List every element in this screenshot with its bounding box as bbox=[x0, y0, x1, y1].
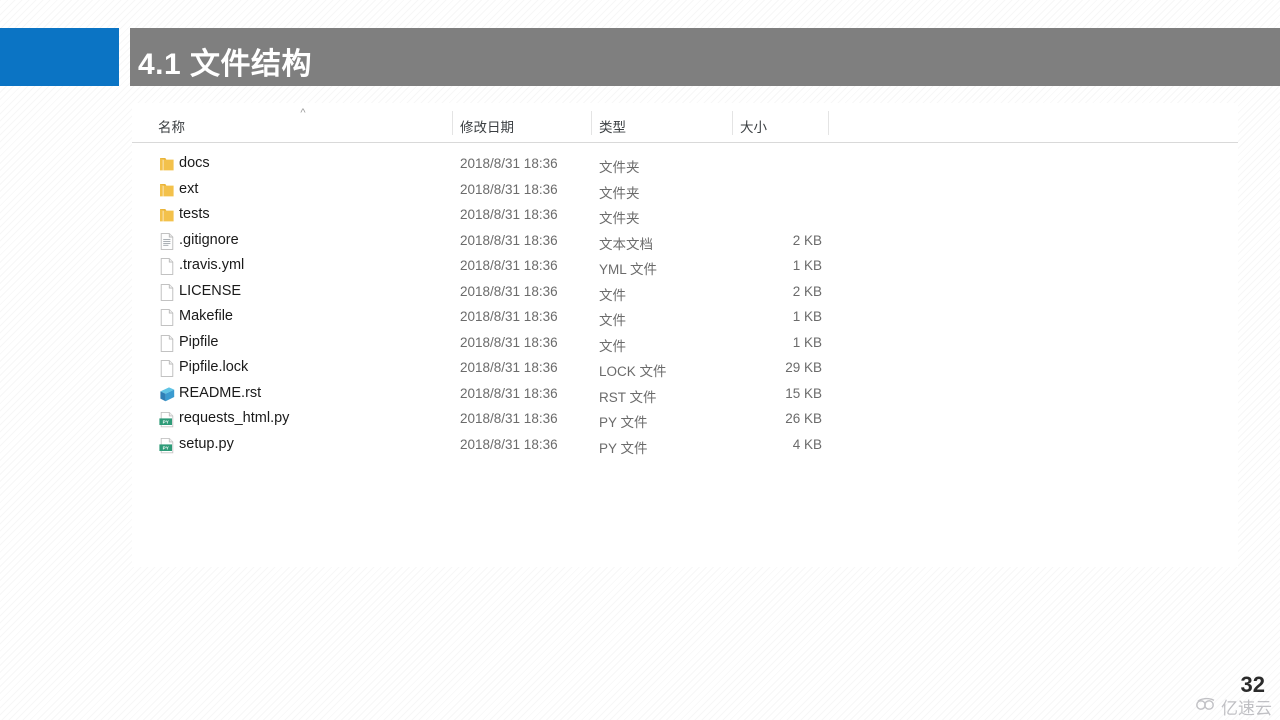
page-title: 4.1 文件结构 bbox=[138, 48, 313, 81]
cloud-icon bbox=[1195, 697, 1217, 716]
table-row[interactable]: .travis.yml 2018/8/31 18:36 YML 文件 1 KB bbox=[132, 254, 1238, 280]
file-list: docs 2018/8/31 18:36 文件夹 ext 2018/8/31 18:36… bbox=[132, 143, 1238, 458]
file-size: 26 KB bbox=[785, 411, 822, 426]
column-divider[interactable] bbox=[452, 111, 453, 135]
file-name[interactable]: Pipfile.lock bbox=[179, 359, 248, 375]
watermark: 亿速云 bbox=[1195, 694, 1272, 719]
file-type: 文本文档 bbox=[599, 236, 653, 252]
file-size: 1 KB bbox=[792, 258, 822, 273]
file-modified-date: 2018/8/31 18:36 bbox=[460, 436, 558, 452]
file-type: 文件 bbox=[599, 313, 626, 328]
file-modified-date: 2018/8/31 18:36 bbox=[460, 309, 558, 324]
table-row[interactable]: README.rst 2018/8/31 18:36 RST 文件 15 KB bbox=[132, 382, 1238, 408]
file-name[interactable]: .gitignore bbox=[179, 232, 239, 248]
file-type: LOCK 文件 bbox=[599, 364, 667, 379]
file-modified-date: 2018/8/31 18:36 bbox=[460, 283, 558, 299]
file-modified-date: 2018/8/31 18:36 bbox=[460, 258, 558, 273]
file-size: 4 KB bbox=[792, 436, 822, 452]
text-file-icon bbox=[158, 232, 176, 251]
table-row[interactable]: Makefile 2018/8/31 18:36 文件 1 KB bbox=[132, 305, 1238, 331]
table-row[interactable]: ext 2018/8/31 18:36 文件夹 bbox=[132, 178, 1238, 204]
file-type: YML 文件 bbox=[599, 262, 658, 277]
file-modified-date: 2018/8/31 18:36 bbox=[460, 207, 558, 222]
column-divider[interactable] bbox=[591, 111, 592, 135]
file-type: PY 文件 bbox=[599, 415, 648, 430]
file-size: 1 KB bbox=[792, 309, 822, 324]
file-name[interactable]: ext bbox=[179, 181, 198, 197]
file-modified-date: 2018/8/31 18:36 bbox=[460, 156, 558, 171]
file-type: PY 文件 bbox=[599, 440, 648, 456]
file-modified-date: 2018/8/31 18:36 bbox=[460, 385, 558, 401]
folder-icon bbox=[158, 206, 176, 225]
column-header-name[interactable]: 名称 bbox=[158, 116, 185, 136]
file-list-header: ^ 名称 修改日期 类型 大小 bbox=[132, 103, 1238, 143]
file-type: 文件夹 bbox=[599, 185, 640, 201]
file-name[interactable]: README.rst bbox=[179, 385, 261, 401]
blank-file-icon bbox=[158, 283, 176, 302]
svg-text:PY: PY bbox=[163, 419, 169, 424]
table-row[interactable]: PY setup.py 2018/8/31 18:36 PY 文件 4 KB bbox=[132, 433, 1238, 459]
blank-file-icon bbox=[158, 308, 176, 327]
file-name[interactable]: requests_html.py bbox=[179, 410, 289, 426]
file-size: 15 KB bbox=[785, 385, 822, 401]
blank-file-icon bbox=[158, 359, 176, 378]
blank-file-icon bbox=[158, 257, 176, 276]
title-accent-block bbox=[0, 28, 119, 86]
file-size: 1 KB bbox=[792, 334, 822, 350]
blank-file-icon bbox=[158, 334, 176, 353]
file-modified-date: 2018/8/31 18:36 bbox=[460, 181, 558, 197]
file-name[interactable]: .travis.yml bbox=[179, 257, 244, 273]
file-name[interactable]: tests bbox=[179, 206, 210, 222]
table-row[interactable]: .gitignore 2018/8/31 18:36 文本文档 2 KB bbox=[132, 229, 1238, 255]
file-modified-date: 2018/8/31 18:36 bbox=[460, 334, 558, 350]
column-header-date[interactable]: 修改日期 bbox=[460, 116, 514, 136]
folder-icon bbox=[158, 155, 176, 174]
table-row[interactable]: Pipfile.lock 2018/8/31 18:36 LOCK 文件 29 KB bbox=[132, 356, 1238, 382]
file-type: RST 文件 bbox=[599, 389, 657, 405]
svg-text:PY: PY bbox=[163, 445, 169, 450]
file-name[interactable]: Pipfile bbox=[179, 334, 219, 350]
python-file-icon: PY bbox=[158, 436, 176, 455]
file-size: 29 KB bbox=[785, 360, 822, 375]
column-divider[interactable] bbox=[828, 111, 829, 135]
table-row[interactable]: tests 2018/8/31 18:36 文件夹 bbox=[132, 203, 1238, 229]
column-header-size[interactable]: 大小 bbox=[740, 116, 767, 136]
file-modified-date: 2018/8/31 18:36 bbox=[460, 411, 558, 426]
file-type: 文件夹 bbox=[599, 211, 640, 226]
rst-file-icon bbox=[158, 385, 176, 404]
file-name[interactable]: LICENSE bbox=[179, 283, 241, 299]
file-explorer-panel: ^ 名称 修改日期 类型 大小 docs 2018/8/31 18:36 文件夹 ex… bbox=[132, 103, 1238, 567]
table-row[interactable]: Pipfile 2018/8/31 18:36 文件 1 KB bbox=[132, 331, 1238, 357]
column-header-type[interactable]: 类型 bbox=[599, 116, 626, 136]
table-row[interactable]: LICENSE 2018/8/31 18:36 文件 2 KB bbox=[132, 280, 1238, 306]
file-modified-date: 2018/8/31 18:36 bbox=[460, 360, 558, 375]
file-type: 文件夹 bbox=[599, 160, 640, 175]
file-name[interactable]: setup.py bbox=[179, 436, 234, 452]
file-name[interactable]: Makefile bbox=[179, 308, 233, 324]
file-name[interactable]: docs bbox=[179, 155, 210, 171]
column-divider[interactable] bbox=[732, 111, 733, 135]
file-size: 2 KB bbox=[792, 232, 822, 248]
file-size: 2 KB bbox=[792, 283, 822, 299]
file-modified-date: 2018/8/31 18:36 bbox=[460, 232, 558, 248]
chevron-up-icon: ^ bbox=[300, 107, 306, 119]
table-row[interactable]: PY requests_html.py 2018/8/31 18:36 PY 文件 26… bbox=[132, 407, 1238, 433]
file-type: 文件 bbox=[599, 287, 626, 303]
table-row[interactable]: docs 2018/8/31 18:36 文件夹 bbox=[132, 152, 1238, 178]
watermark-text: 亿速云 bbox=[1221, 699, 1272, 718]
folder-icon bbox=[158, 181, 176, 200]
file-type: 文件 bbox=[599, 338, 626, 354]
python-file-icon: PY bbox=[158, 410, 176, 429]
